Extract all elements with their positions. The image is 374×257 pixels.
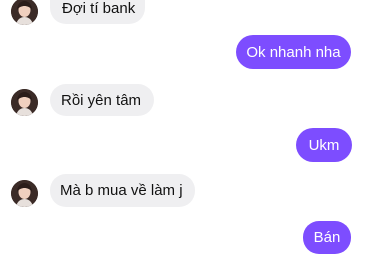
message-text: Mà b mua về làm j [60, 182, 183, 199]
contact-avatar-icon[interactable] [11, 0, 38, 25]
contact-avatar-icon[interactable] [11, 89, 38, 116]
message-text: Đợi tí bank [62, 0, 136, 17]
contact-avatar-icon[interactable] [11, 180, 38, 207]
outgoing-message-bubble[interactable]: Bán [303, 221, 351, 254]
outgoing-message-bubble[interactable]: Ok nhanh nha [236, 35, 351, 69]
incoming-message-bubble[interactable]: Đợi tí bank [50, 0, 145, 24]
message-text: Rồi yên tâm [61, 91, 142, 109]
message-text: Ukm [308, 136, 340, 154]
chat-conversation: Đợi tí bank Ok nhanh nha Rồi yên tâm Ukm… [0, 0, 374, 257]
incoming-message-bubble[interactable]: Mà b mua về làm j [50, 174, 195, 207]
incoming-message-bubble[interactable]: Rồi yên tâm [50, 84, 154, 116]
message-text: Ok nhanh nha [246, 43, 341, 61]
message-text: Bán [313, 229, 341, 246]
outgoing-message-bubble[interactable]: Ukm [296, 128, 352, 162]
